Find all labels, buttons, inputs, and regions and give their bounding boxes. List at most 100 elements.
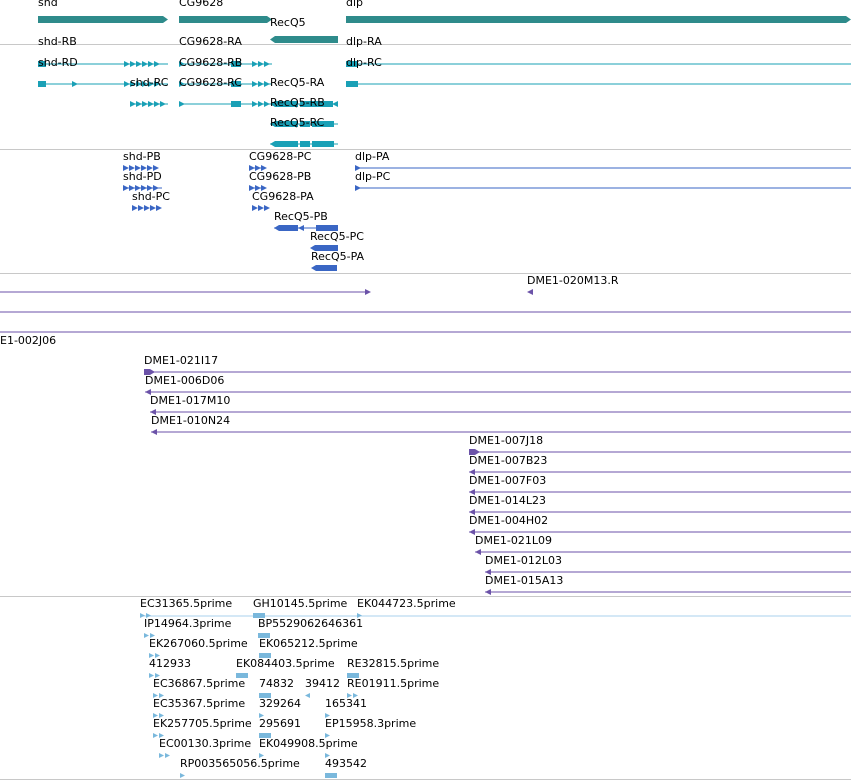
cg9628-pa-label: CG9628-PA — [252, 190, 314, 203]
ek084403-5prime-label: EK084403.5prime — [236, 657, 335, 670]
ep15958-3prime-label: EP15958.3prime — [325, 717, 417, 730]
shd-rc-exon — [154, 101, 160, 107]
shd-rc-exon — [130, 101, 136, 107]
ip14964-3prime-label: IP14964.3prime — [144, 617, 232, 630]
shd-pc-exon — [156, 205, 162, 211]
shd-pc-exon — [150, 205, 156, 211]
shd-rb-exon — [148, 61, 154, 67]
shd-rd-exon — [38, 81, 46, 87]
recq5-pa-label: RecQ5-PA — [311, 250, 365, 263]
shd-rb-exon — [154, 61, 160, 67]
shd-rd-exon — [72, 81, 78, 87]
shd-pc-exon — [138, 205, 144, 211]
cg9628-rb-label: CG9628-RB — [179, 56, 243, 69]
dme1-006d06-label: DME1-006D06 — [145, 374, 225, 387]
dlp-pc-label: dlp-PC — [355, 170, 391, 183]
cg9628-pa-exon — [252, 205, 258, 211]
cg9628-pa-exon — [258, 205, 264, 211]
recq5-pa-exon — [311, 265, 337, 271]
recq5-rc-exon — [270, 141, 298, 147]
shd-rb-exon — [130, 61, 136, 67]
dme1-004h02-label: DME1-004H02 — [469, 514, 549, 527]
ec35367-5prime-label: EC35367.5prime — [153, 697, 246, 710]
shd-rb-exon — [142, 61, 148, 67]
e1-002j06-label: E1-002J06 — [0, 334, 57, 347]
cg9628-rc-exon — [258, 101, 264, 107]
dme1-014l23-label: DME1-014L23 — [469, 494, 546, 507]
track-separator — [0, 779, 851, 780]
ec36867-5prime-label: EC36867.5prime — [153, 677, 246, 690]
shd-rc-label: shd-RC — [130, 76, 169, 89]
shd-pd-label: shd-PD — [123, 170, 162, 183]
shd-rb-exon — [124, 61, 130, 67]
cg9628-label: CG9628 — [179, 0, 224, 9]
est-read — [305, 693, 310, 698]
cg9628-rc-exon — [231, 101, 241, 107]
cg9628-rc-exon — [252, 101, 258, 107]
dme1-021i17-label: DME1-021I17 — [144, 354, 219, 367]
329264-label: 329264 — [259, 697, 301, 710]
493542-label: 493542 — [325, 757, 367, 770]
cg9628-ra-label: CG9628-RA — [179, 35, 242, 48]
dme1-015a13-label: DME1-015A13 — [485, 574, 564, 587]
shd-pc-exon — [132, 205, 138, 211]
cg9628-rc-label: CG9628-RC — [179, 76, 242, 89]
shd-rb-label: shd-RB — [38, 35, 77, 48]
cg9628-ra-exon — [264, 61, 270, 67]
dme1-007j18-label: DME1-007J18 — [469, 434, 544, 447]
shd-pc-label: shd-PC — [132, 190, 170, 203]
cg9628-pb-label: CG9628-PB — [249, 170, 312, 183]
cg9628-gene-bar — [179, 16, 272, 23]
est-read — [165, 753, 170, 758]
shd-rc-exon — [142, 101, 148, 107]
295691-label: 295691 — [259, 717, 301, 730]
shd-rc-exon — [160, 101, 166, 107]
gh10145-5prime-label: GH10145.5prime — [253, 597, 348, 610]
dme1-007f03-label: DME1-007F03 — [469, 474, 547, 487]
est-read — [159, 753, 164, 758]
recq5-ra-label: RecQ5-RA — [270, 76, 325, 89]
dme1-021l09-label: DME1-021L09 — [475, 534, 552, 547]
cg9628-rb-exon — [252, 81, 258, 87]
cg9628-pc-label: CG9628-PC — [249, 150, 312, 163]
recq5-pb-label: RecQ5-PB — [274, 210, 328, 223]
dme1-021l09-marker — [475, 549, 481, 555]
re32815-5prime-label: RE32815.5prime — [347, 657, 440, 670]
shd-pb-label: shd-PB — [123, 150, 161, 163]
dme1-007b23-label: DME1-007B23 — [469, 454, 548, 467]
dme1-010n24-label: DME1-010N24 — [151, 414, 231, 427]
165341-label: 165341 — [325, 697, 367, 710]
dlp-label: dlp — [346, 0, 364, 9]
recq5-rc-exon — [300, 141, 310, 147]
dlp-gene-bar — [346, 16, 851, 23]
recq5-pc-label: RecQ5-PC — [310, 230, 364, 243]
dme1-020m13-r-label: DME1-020M13.R — [527, 274, 619, 287]
est-read — [180, 773, 185, 778]
cg9628-pa-exon — [264, 205, 270, 211]
cg9628-rc-exon — [179, 101, 185, 107]
ek257705-5prime-label: EK257705.5prime — [153, 717, 252, 730]
ek044723-5prime-label: EK044723.5prime — [357, 597, 456, 610]
dlp-rc-label: dlp-RC — [346, 56, 382, 69]
recq5-rc-exon — [312, 141, 334, 147]
cg9628-ra-exon — [258, 61, 264, 67]
bp5529062646361-label: BP5529062646361 — [258, 617, 364, 630]
shd-rc-exon — [136, 101, 142, 107]
shd-label: shd — [38, 0, 58, 9]
dlp-pa-label: dlp-PA — [355, 150, 390, 163]
dme1-020m13-r-marker — [527, 289, 533, 295]
rp003565056-5prime-label: RP003565056.5prime — [180, 757, 300, 770]
recq5-pb-exon — [274, 225, 298, 231]
shd-rb-exon — [136, 61, 142, 67]
ek267060-5prime-label: EK267060.5prime — [149, 637, 248, 650]
track-separator — [0, 44, 851, 45]
dme1-017m10-label: DME1-017M10 — [150, 394, 231, 407]
39412-label: 39412 — [305, 677, 340, 690]
shd-gene-bar — [38, 16, 168, 23]
cg9628-rb-exon — [258, 81, 264, 87]
clone-arrow — [365, 289, 371, 295]
recq5-pb-exon — [298, 225, 304, 231]
dme1-012l03-label: DME1-012L03 — [485, 554, 562, 567]
ec00130-3prime-label: EC00130.3prime — [159, 737, 252, 750]
recq5-label: RecQ5 — [270, 16, 306, 29]
